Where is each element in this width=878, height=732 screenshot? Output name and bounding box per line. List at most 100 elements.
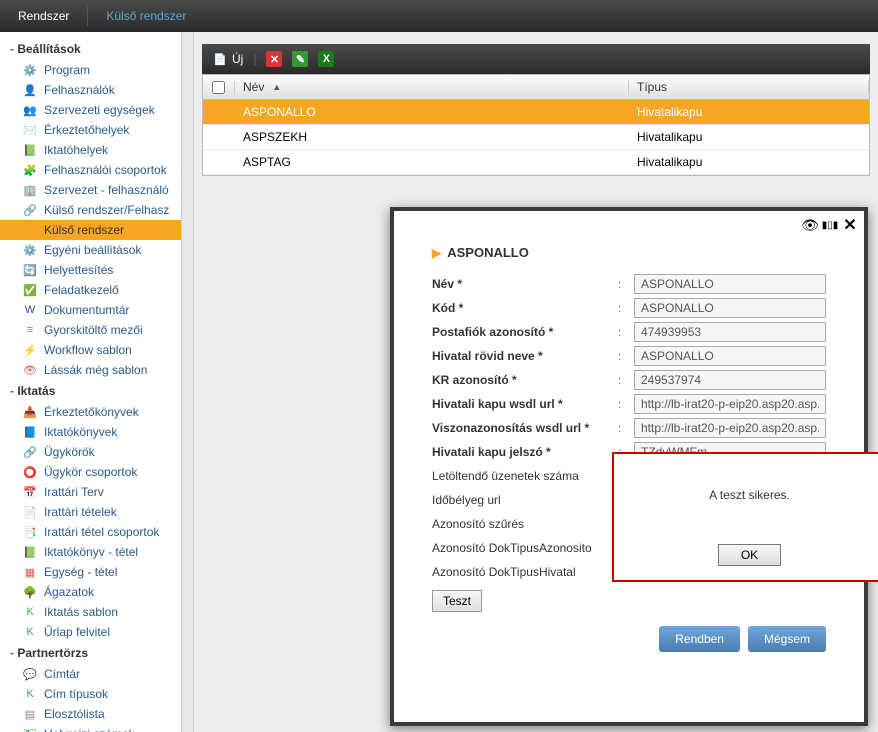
delete-button[interactable]: ✕	[266, 51, 282, 67]
eye-icon[interactable]: 👁	[802, 217, 818, 233]
teszt-button[interactable]: Teszt	[432, 590, 482, 612]
grid-header-type[interactable]: Típus	[629, 80, 869, 94]
grid-toolbar: 📄 Új | ✕ ✎ X	[202, 44, 870, 74]
megsem-button[interactable]: Mégsem	[748, 626, 826, 652]
sidebar-section-title[interactable]: Beállítások	[0, 38, 181, 60]
sidebar-section-title[interactable]: Partnertörzs	[0, 642, 181, 664]
sidebar-item-label: Érkeztetőkönyvek	[44, 405, 139, 419]
table-row[interactable]: ASPONALLOHivatalikapu	[203, 100, 869, 125]
label-wsdl: Hivatali kapu wsdl url *	[432, 397, 618, 411]
sidebar-item-label: Címtár	[44, 667, 80, 681]
input-nev[interactable]	[634, 274, 826, 294]
sidebar-item-icon: K	[22, 604, 38, 620]
sidebar-item[interactable]: 🔄Helyettesítés	[0, 260, 181, 280]
sidebar-item[interactable]: 📥Érkeztetőkönyvek	[0, 402, 181, 422]
sidebar-item-icon: 💬	[22, 666, 38, 682]
sidebar-item[interactable]: 🌳Ágazatok	[0, 582, 181, 602]
label-idob: Időbélyeg url	[432, 493, 618, 507]
sidebar-item[interactable]: ▤ Elosztólista	[0, 704, 181, 724]
label-viszon: Viszonazonosítás wsdl url *	[432, 421, 618, 435]
sidebar-section-title[interactable]: Iktatás	[0, 380, 181, 402]
table-row[interactable]: ASPSZEKHHivatalikapu	[203, 125, 869, 150]
sidebar-item[interactable]: 🔗Külső rendszer/Felhasz	[0, 200, 181, 220]
label-jelszo: Hivatali kapu jelszó *	[432, 445, 618, 459]
sidebar-item[interactable]: WDokumentumtár	[0, 300, 181, 320]
sidebar-item[interactable]: 🧩Felhasználói csoportok	[0, 160, 181, 180]
excel-icon: X	[318, 51, 334, 67]
close-icon[interactable]: ✕	[842, 217, 858, 233]
input-postafiok[interactable]	[634, 322, 826, 342]
sidebar-item-label: Gyorskitöltő mezői	[44, 323, 143, 337]
sidebar-item-label: Elosztólista	[44, 707, 105, 721]
input-kr[interactable]	[634, 370, 826, 390]
sidebar-item[interactable]: KIktatás sablon	[0, 602, 181, 622]
sidebar-item-label: Irattári Terv	[44, 485, 104, 499]
sidebar-item[interactable]: KCím típusok	[0, 684, 181, 704]
sidebar-item[interactable]: ⭕Ügykör csoportok	[0, 462, 181, 482]
sidebar-item[interactable]: ⚙️Egyéni beállítások	[0, 240, 181, 260]
sidebar-item-icon: ≡	[22, 322, 38, 338]
grid-body: ASPONALLOHivatalikapuASPSZEKHHivatalikap…	[202, 100, 870, 176]
new-button[interactable]: 📄 Új	[212, 51, 243, 67]
sidebar-item-label: Külső rendszer	[44, 223, 124, 237]
sidebar-item-icon: ▤	[22, 706, 38, 722]
input-rovidnev[interactable]	[634, 346, 826, 366]
tab-rendszer[interactable]: Rendszer	[0, 0, 87, 32]
row-name-cell: ASPSZEKH	[235, 130, 629, 144]
sidebar-item[interactable]: 📗Iktatóhelyek	[0, 140, 181, 160]
sidebar-item-icon: 👥	[22, 102, 38, 118]
sidebar-item[interactable]: 🏢Szervezet - felhasználó	[0, 180, 181, 200]
sidebar-item[interactable]: ●Külső rendszer	[0, 220, 181, 240]
sidebar-item[interactable]: 👤Felhasználók	[0, 80, 181, 100]
input-wsdl[interactable]	[634, 394, 826, 414]
label-letolt: Letöltendő üzenetek száma	[432, 469, 618, 483]
sidebar-item[interactable]: 📗Iktatókönyv - tétel	[0, 542, 181, 562]
sidebar-item[interactable]: 📅Irattári Terv	[0, 482, 181, 502]
edit-icon: ✎	[292, 51, 308, 67]
sidebar-item[interactable]: 🔗Ügykörök	[0, 442, 181, 462]
sidebar-item-label: Ügykör csoportok	[44, 465, 137, 479]
row-type-cell: Hivatalikapu	[629, 155, 869, 169]
sidebar-item[interactable]: ✅Feladatkezelő	[0, 280, 181, 300]
sidebar-item[interactable]: ⚡Workflow sablon	[0, 340, 181, 360]
sidebar-item-icon: 👁	[22, 362, 38, 378]
sidebar-item-label: Felhasználói csoportok	[44, 163, 167, 177]
sidebar-item[interactable]: 🗺Helyrajzi számok	[0, 724, 181, 732]
table-row[interactable]: ASPTAGHivatalikapu	[203, 150, 869, 175]
sidebar-item-label: Szervezeti egységek	[44, 103, 155, 117]
sidebar-item-label: Ágazatok	[44, 585, 94, 599]
grid-header-name[interactable]: Név ▲	[235, 80, 629, 94]
sidebar-item[interactable]: ✉️Érkeztetőhelyek	[0, 120, 181, 140]
edit-button[interactable]: ✎	[292, 51, 308, 67]
sidebar-item-label: Egység - tétel	[44, 565, 117, 579]
barcode-icon[interactable]: ▮▯▮	[822, 217, 838, 233]
select-all-checkbox[interactable]	[212, 81, 225, 94]
modal-footer: Rendben Mégsem	[432, 612, 826, 652]
sidebar-item[interactable]: ⚙️Program	[0, 60, 181, 80]
content-area: 📄 Új | ✕ ✎ X Név ▲	[182, 32, 878, 732]
sidebar-item[interactable]: 📘Iktatókönyvek	[0, 422, 181, 442]
sidebar-item[interactable]: ≡ Gyorskitöltő mezői	[0, 320, 181, 340]
input-kod[interactable]	[634, 298, 826, 318]
sidebar-item[interactable]: 💬 Címtár	[0, 664, 181, 684]
sidebar-item[interactable]: ▦Egység - tétel	[0, 562, 181, 582]
sidebar-item-icon: 🗺	[22, 726, 38, 732]
grid-header-checkbox[interactable]	[203, 81, 235, 94]
top-tab-bar: Rendszer Külső rendszer	[0, 0, 878, 32]
tab-kulso-rendszer[interactable]: Külső rendszer	[88, 0, 204, 32]
sidebar-item[interactable]: 👁 Lássák még sablon	[0, 360, 181, 380]
grid-header-name-label: Név	[243, 80, 264, 94]
sidebar-item-label: Lássák még sablon	[44, 363, 147, 377]
sidebar-item[interactable]: KŰrlap felvitel	[0, 622, 181, 642]
sidebar-item-label: Helyettesítés	[44, 263, 113, 277]
sidebar-item[interactable]: 📄Irattári tételek	[0, 502, 181, 522]
alert-ok-button[interactable]: OK	[718, 544, 781, 566]
input-viszon[interactable]	[634, 418, 826, 438]
content-scroll-gutter[interactable]	[182, 32, 194, 732]
sidebar-item-icon: 📗	[22, 544, 38, 560]
sidebar-item[interactable]: 📑Irattári tétel csoportok	[0, 522, 181, 542]
export-button[interactable]: X	[318, 51, 334, 67]
rendben-button[interactable]: Rendben	[659, 626, 740, 652]
sidebar-item[interactable]: 👥 Szervezeti egységek	[0, 100, 181, 120]
label-kod: Kód *	[432, 301, 618, 315]
